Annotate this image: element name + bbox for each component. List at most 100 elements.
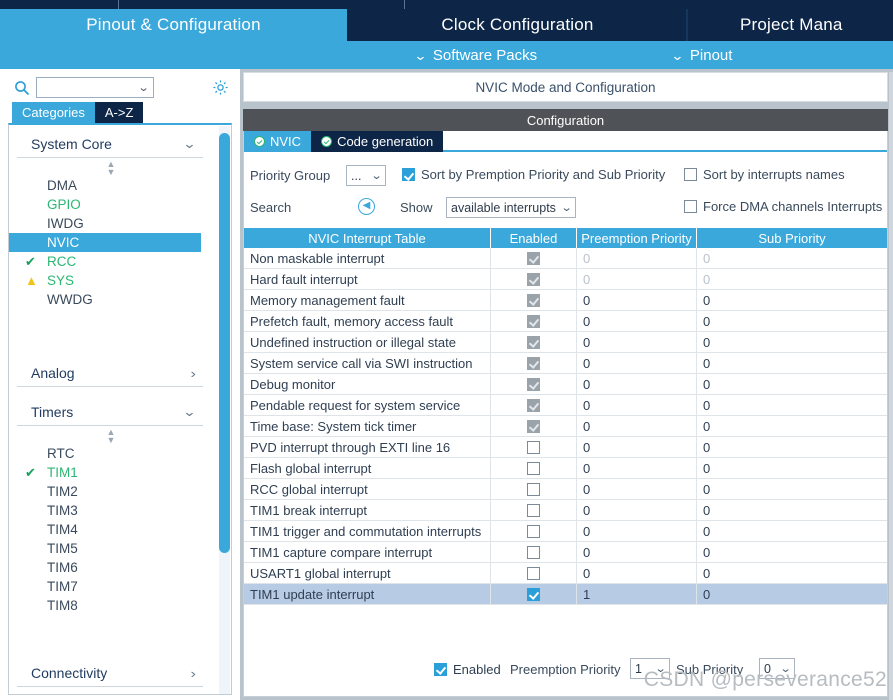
enabled-cell[interactable] — [491, 311, 577, 331]
enabled-checkbox[interactable] — [527, 314, 540, 328]
preemption-priority-cell[interactable]: 0 — [577, 563, 697, 583]
sidebar-scrollbar-thumb[interactable] — [219, 133, 230, 553]
force-dma-checkbox[interactable]: Force DMA channels Interrupts — [684, 199, 882, 214]
table-row[interactable]: TIM1 trigger and commutation interrupts 0… — [244, 521, 887, 542]
tab-nvic[interactable]: NVIC — [244, 131, 312, 152]
sidebar-item-gpio[interactable]: GPIO — [9, 195, 213, 214]
table-row[interactable]: Time base: System tick timer 0 0 — [244, 416, 887, 437]
gear-icon[interactable] — [212, 79, 229, 96]
tab-clock-configuration[interactable]: Clock Configuration — [347, 9, 686, 41]
sidebar-section-header-system-core[interactable]: System Core ⌄ — [17, 131, 203, 158]
enabled-checkbox[interactable] — [527, 503, 540, 517]
sidebar-section-header-connectivity[interactable]: Connectivity › — [17, 660, 203, 687]
sub-priority-cell[interactable]: 0 — [697, 353, 887, 373]
tab-code-generation[interactable]: Code generation — [311, 131, 444, 152]
sort-by-interrupt-names-checkbox[interactable]: Sort by interrupts names — [684, 167, 845, 182]
enabled-cell[interactable] — [491, 563, 577, 583]
sidebar-section-header-analog[interactable]: Analog › — [17, 360, 203, 387]
sidebar-item-tim8[interactable]: TIM8 — [9, 596, 213, 615]
enabled-checkbox[interactable] — [527, 440, 540, 454]
enabled-cell[interactable] — [491, 374, 577, 394]
preemption-priority-cell[interactable]: 0 — [577, 437, 697, 457]
tab-pinout-configuration[interactable]: Pinout & Configuration — [0, 9, 347, 41]
sidebar-item-sys[interactable]: ▲ SYS — [9, 271, 213, 290]
scroll-updown-icon[interactable]: ▲ ▼ — [9, 426, 213, 445]
enabled-cell[interactable] — [491, 269, 577, 289]
sub-priority-cell[interactable]: 0 — [697, 269, 887, 289]
sort-by-premption-checkbox[interactable]: Sort by Premption Priority and Sub Prior… — [402, 167, 665, 182]
preemption-priority-cell[interactable]: 0 — [577, 479, 697, 499]
sub-priority-cell[interactable]: 0 — [697, 479, 887, 499]
preemption-priority-cell[interactable]: 0 — [577, 311, 697, 331]
sidebar-item-dma[interactable]: DMA — [9, 176, 213, 195]
sidebar-item-tim7[interactable]: TIM7 — [9, 577, 213, 596]
sidebar-item-tim5[interactable]: TIM5 — [9, 539, 213, 558]
table-row[interactable]: TIM1 capture compare interrupt 0 0 — [244, 542, 887, 563]
enabled-cell[interactable] — [491, 248, 577, 268]
menu-software-packs[interactable]: ⌄ Software Packs — [414, 41, 537, 69]
priority-group-select[interactable]: ... ⌄ — [346, 165, 386, 186]
sidebar-item-wwdg[interactable]: WWDG — [9, 290, 213, 309]
column-header-enabled[interactable]: Enabled — [491, 228, 577, 248]
preemption-priority-cell[interactable]: 0 — [577, 395, 697, 415]
sub-priority-cell[interactable]: 0 — [697, 311, 887, 331]
enabled-cell[interactable] — [491, 500, 577, 520]
sub-priority-cell[interactable]: 0 — [697, 374, 887, 394]
table-row[interactable]: PVD interrupt through EXTI line 16 0 0 — [244, 437, 887, 458]
table-row[interactable]: Non maskable interrupt 0 0 — [244, 248, 887, 269]
column-header-preemption-priority[interactable]: Preemption Priority — [577, 228, 697, 248]
table-row[interactable]: Undefined instruction or illegal state 0 0 — [244, 332, 887, 353]
preemption-priority-cell[interactable]: 0 — [577, 248, 697, 268]
sidebar-item-tim1[interactable]: ✔ TIM1 — [9, 463, 213, 482]
enabled-checkbox[interactable] — [527, 356, 540, 370]
table-row[interactable]: System service call via SWI instruction 0… — [244, 353, 887, 374]
preemption-priority-cell[interactable]: 0 — [577, 374, 697, 394]
column-header-sub-priority[interactable]: Sub Priority — [697, 228, 887, 248]
enabled-checkbox[interactable] — [527, 377, 540, 391]
sub-priority-cell[interactable]: 0 — [697, 521, 887, 541]
preemption-priority-cell[interactable]: 0 — [577, 458, 697, 478]
enabled-checkbox[interactable] — [527, 251, 540, 265]
sub-priority-cell[interactable]: 0 — [697, 584, 887, 604]
enabled-cell[interactable] — [491, 479, 577, 499]
tab-categories[interactable]: Categories — [12, 102, 95, 123]
enabled-cell[interactable] — [491, 416, 577, 436]
table-row[interactable]: RCC global interrupt 0 0 — [244, 479, 887, 500]
sidebar-item-tim6[interactable]: TIM6 — [9, 558, 213, 577]
sub-priority-cell[interactable]: 0 — [697, 332, 887, 352]
scroll-updown-icon[interactable]: ▲ ▼ — [9, 158, 213, 177]
enabled-checkbox[interactable] — [527, 461, 540, 475]
sidebar-item-tim2[interactable]: TIM2 — [9, 482, 213, 501]
enabled-checkbox[interactable] — [527, 587, 540, 601]
enabled-cell[interactable] — [491, 458, 577, 478]
table-row[interactable]: USART1 global interrupt 0 0 — [244, 563, 887, 584]
enabled-checkbox[interactable] — [527, 272, 540, 286]
preemption-priority-cell[interactable]: 0 — [577, 353, 697, 373]
table-row[interactable]: Flash global interrupt 0 0 — [244, 458, 887, 479]
table-row[interactable]: Pendable request for system service 0 0 — [244, 395, 887, 416]
footer-preemption-select[interactable]: 1 ⌄ — [630, 658, 670, 679]
table-row[interactable]: Prefetch fault, memory access fault 0 0 — [244, 311, 887, 332]
sub-priority-cell[interactable]: 0 — [697, 395, 887, 415]
preemption-priority-cell[interactable]: 0 — [577, 521, 697, 541]
enabled-checkbox[interactable] — [527, 545, 540, 559]
table-row[interactable]: TIM1 break interrupt 0 0 — [244, 500, 887, 521]
sidebar-item-rtc[interactable]: RTC — [9, 444, 213, 463]
sub-priority-cell[interactable]: 0 — [697, 416, 887, 436]
enabled-checkbox[interactable] — [527, 566, 540, 580]
column-header-name[interactable]: NVIC Interrupt Table — [244, 228, 491, 248]
chevron-left-circle-icon[interactable]: ◀ — [358, 198, 375, 215]
enabled-cell[interactable] — [491, 353, 577, 373]
preemption-priority-cell[interactable]: 0 — [577, 332, 697, 352]
sidebar-item-rcc[interactable]: ✔ RCC — [9, 252, 213, 271]
preemption-priority-cell[interactable]: 0 — [577, 542, 697, 562]
tab-project-manager[interactable]: Project Mana — [686, 9, 893, 41]
enabled-checkbox[interactable] — [527, 398, 540, 412]
table-row[interactable]: Memory management fault 0 0 — [244, 290, 887, 311]
enabled-checkbox[interactable] — [527, 335, 540, 349]
enabled-cell[interactable] — [491, 584, 577, 604]
sub-priority-cell[interactable]: 0 — [697, 500, 887, 520]
panel-scrollbar[interactable] — [889, 72, 893, 700]
table-row[interactable]: Debug monitor 0 0 — [244, 374, 887, 395]
enabled-cell[interactable] — [491, 437, 577, 457]
